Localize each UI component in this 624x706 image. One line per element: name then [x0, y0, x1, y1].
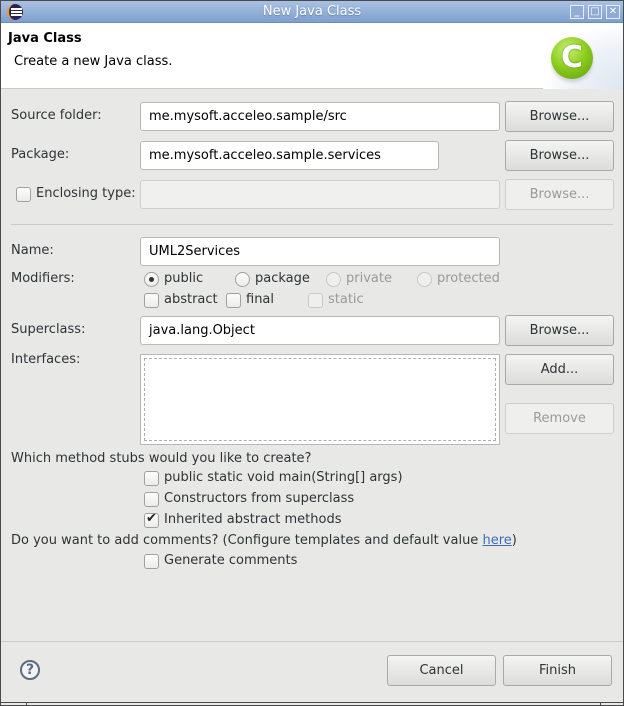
name-label: Name:	[11, 243, 54, 258]
abstract-label[interactable]: abstract	[164, 292, 218, 307]
constructors-label[interactable]: Constructors from superclass	[164, 491, 354, 506]
private-label: private	[346, 271, 392, 286]
public-label[interactable]: public	[164, 271, 203, 286]
interfaces-list[interactable]	[140, 354, 500, 445]
form-separator	[11, 224, 613, 225]
configure-templates-link[interactable]: here	[482, 533, 511, 548]
static-label: static	[328, 292, 364, 307]
main-method-label[interactable]: public static void main(String[] args)	[164, 470, 403, 485]
title-bar[interactable]: New Java Class _ □ ✕	[1, 1, 623, 23]
comments-question: Do you want to add comments? (Configure …	[11, 533, 517, 548]
enclosing-type-input	[140, 180, 500, 209]
source-folder-label: Source folder:	[11, 108, 102, 123]
private-radio	[326, 272, 341, 287]
finish-button[interactable]: Finish	[503, 655, 612, 686]
name-input[interactable]: UML2Services	[140, 237, 500, 266]
cancel-button[interactable]: Cancel	[387, 655, 496, 686]
new-java-class-dialog: New Java Class _ □ ✕ Java Class Create a…	[0, 0, 624, 706]
wizard-title: Java Class	[8, 31, 82, 46]
source-folder-browse-button[interactable]: Browse...	[505, 101, 614, 132]
constructors-checkbox[interactable]	[144, 492, 159, 507]
footer-separator	[1, 641, 623, 642]
final-checkbox[interactable]	[226, 293, 241, 308]
window-title: New Java Class	[262, 4, 362, 19]
close-button[interactable]: ✕	[606, 5, 620, 19]
window-bottom-edge	[1, 702, 623, 706]
protected-radio	[417, 272, 432, 287]
checkmark-icon: ✔	[146, 511, 157, 526]
superclass-label: Superclass:	[11, 322, 86, 337]
modifiers-label: Modifiers:	[11, 271, 75, 286]
package-visibility-label[interactable]: package	[255, 271, 310, 286]
source-folder-input[interactable]: me.mysoft.acceleo.sample/src	[140, 102, 500, 131]
package-label: Package:	[11, 147, 70, 162]
inherited-abstract-checkbox[interactable]: ✔	[144, 511, 159, 528]
public-radio[interactable]	[144, 272, 159, 287]
final-label[interactable]: final	[246, 292, 274, 307]
main-method-checkbox[interactable]	[144, 471, 159, 486]
enclosing-type-checkbox[interactable]	[16, 187, 31, 202]
interfaces-label: Interfaces:	[11, 352, 81, 367]
package-radio[interactable]	[235, 272, 250, 287]
package-input[interactable]: me.mysoft.acceleo.sample.services	[140, 141, 439, 170]
inherited-abstract-label[interactable]: Inherited abstract methods	[164, 512, 342, 527]
protected-label: protected	[437, 271, 500, 286]
minimize-button[interactable]: _	[570, 5, 584, 19]
wizard-description: Create a new Java class.	[14, 54, 173, 69]
enclosing-type-label: Enclosing type:	[36, 186, 136, 201]
static-checkbox	[308, 293, 323, 308]
abstract-checkbox[interactable]	[144, 293, 159, 308]
superclass-input[interactable]: java.lang.Object	[140, 316, 500, 345]
help-icon[interactable]: ?	[20, 660, 40, 680]
focus-rectangle	[144, 358, 496, 441]
maximize-button[interactable]: □	[588, 5, 602, 19]
wizard-header: Java Class Create a new Java class. C	[1, 23, 623, 89]
java-class-icon: C	[551, 37, 593, 79]
generate-comments-label[interactable]: Generate comments	[164, 553, 297, 568]
enclosing-type-browse-button: Browse...	[505, 179, 614, 210]
package-browse-button[interactable]: Browse...	[505, 140, 614, 171]
add-interface-button[interactable]: Add...	[505, 354, 614, 385]
generate-comments-checkbox[interactable]	[144, 554, 159, 569]
superclass-browse-button[interactable]: Browse...	[505, 315, 614, 346]
method-stubs-question: Which method stubs would you like to cre…	[11, 451, 312, 466]
remove-interface-button: Remove	[505, 403, 614, 434]
